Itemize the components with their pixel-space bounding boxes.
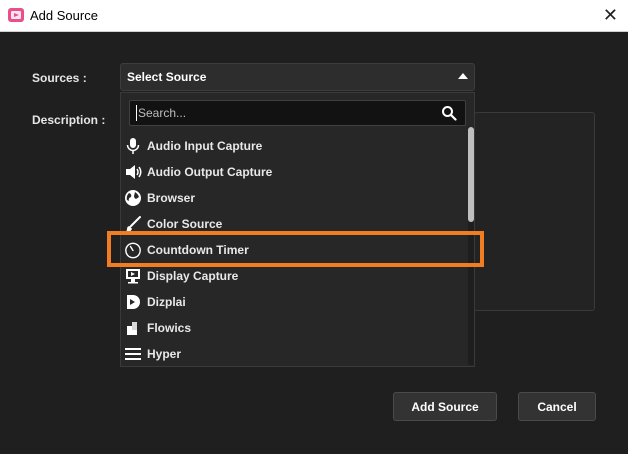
hamburger-icon	[125, 348, 141, 360]
title-bar: Add Source ✕	[0, 0, 628, 32]
source-select-value: Select Source	[127, 70, 207, 84]
monitor-icon	[126, 269, 140, 284]
source-select[interactable]: Select Source	[120, 63, 475, 91]
text-cursor	[136, 105, 137, 121]
list-item-hyper[interactable]: Hyper	[121, 341, 466, 366]
microphone-icon	[126, 138, 140, 154]
cancel-button[interactable]: Cancel	[518, 392, 596, 421]
search-input[interactable]: Search...	[129, 100, 466, 126]
list-item-label: Color Source	[147, 217, 223, 231]
list-item-label: Flowics	[147, 321, 192, 335]
list-item-browser[interactable]: Browser	[121, 185, 466, 211]
list-item-dizplai[interactable]: Dizplai	[121, 289, 466, 315]
window-title: Add Source	[30, 8, 98, 23]
scrollbar-thumb[interactable]	[468, 127, 474, 222]
search-icon[interactable]	[441, 105, 457, 121]
description-field[interactable]	[474, 112, 595, 311]
list-item-flowics[interactable]: Flowics	[121, 315, 466, 341]
list-item-label: Audio Output Capture	[147, 165, 273, 179]
source-dropdown: Search... Audio Input Capture Audio Outp…	[120, 92, 475, 367]
list-item-label: Display Capture	[147, 269, 239, 283]
sources-label: Sources :	[32, 71, 87, 85]
list-item-label: Dizplai	[147, 295, 186, 309]
search-placeholder: Search...	[138, 106, 187, 120]
chevron-up-icon	[458, 73, 468, 79]
list-item-label: Hyper	[147, 347, 182, 361]
flowics-icon	[127, 322, 137, 335]
list-item-audio-input-capture[interactable]: Audio Input Capture	[121, 133, 466, 159]
dizplai-icon	[127, 295, 140, 309]
description-label: Description :	[32, 113, 106, 127]
list-item-audio-output-capture[interactable]: Audio Output Capture	[121, 159, 466, 185]
globe-icon	[125, 190, 141, 206]
speaker-icon	[126, 165, 142, 179]
highlight-box	[107, 231, 484, 267]
add-source-button[interactable]: Add Source	[393, 392, 497, 421]
close-button[interactable]: ✕	[603, 5, 618, 25]
list-item-label: Audio Input Capture	[147, 139, 263, 153]
list-item-label: Browser	[147, 191, 196, 205]
app-logo-icon	[8, 8, 24, 22]
